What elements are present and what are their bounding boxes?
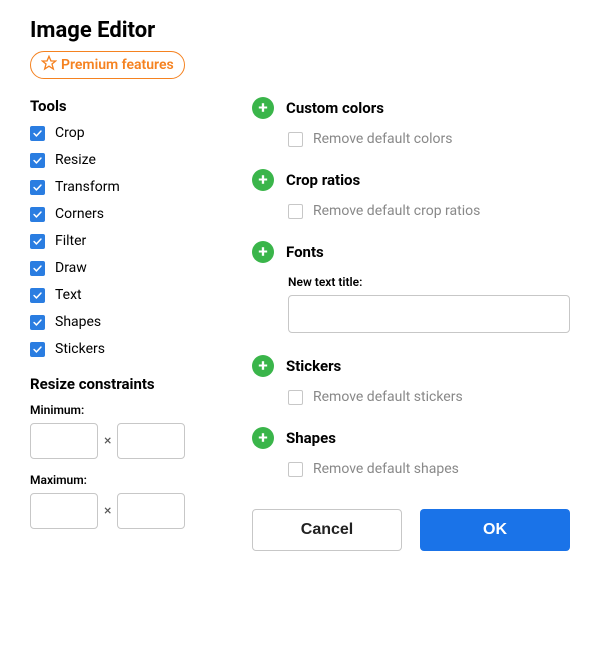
checkbox-icon bbox=[30, 288, 45, 303]
tool-label: Corners bbox=[55, 206, 104, 222]
checkbox-icon bbox=[30, 261, 45, 276]
checkbox-icon bbox=[30, 234, 45, 249]
remove-default-crop-ratios-label: Remove default crop ratios bbox=[313, 203, 480, 219]
tool-row-filter[interactable]: Filter bbox=[30, 233, 212, 249]
remove-default-stickers-label: Remove default stickers bbox=[313, 389, 463, 405]
checkbox-icon bbox=[30, 153, 45, 168]
tool-label: Draw bbox=[55, 260, 87, 276]
stickers-heading: Stickers bbox=[286, 357, 341, 375]
tools-list: Crop Resize Transform Corners Filter Draw Text… bbox=[30, 125, 212, 357]
minimum-label: Minimum: bbox=[30, 403, 212, 417]
times-symbol: × bbox=[104, 433, 111, 449]
tool-row-stickers[interactable]: Stickers bbox=[30, 341, 212, 357]
plus-icon[interactable]: + bbox=[252, 427, 274, 449]
remove-default-colors-row[interactable]: Remove default colors bbox=[288, 131, 570, 147]
remove-default-crop-ratios-row[interactable]: Remove default crop ratios bbox=[288, 203, 570, 219]
tool-label: Filter bbox=[55, 233, 86, 249]
crop-ratios-heading: Crop ratios bbox=[286, 171, 360, 189]
tool-label: Text bbox=[55, 287, 82, 303]
tool-row-draw[interactable]: Draw bbox=[30, 260, 212, 276]
resize-constraints-heading: Resize constraints bbox=[30, 375, 212, 393]
premium-badge: Premium features bbox=[30, 51, 185, 79]
remove-default-shapes-row[interactable]: Remove default shapes bbox=[288, 461, 570, 477]
new-text-title-label: New text title: bbox=[288, 275, 570, 289]
new-text-title-input[interactable] bbox=[288, 295, 570, 333]
plus-icon[interactable]: + bbox=[252, 97, 274, 119]
plus-icon[interactable]: + bbox=[252, 241, 274, 263]
maximum-width-input[interactable] bbox=[30, 493, 98, 529]
remove-default-shapes-label: Remove default shapes bbox=[313, 461, 459, 477]
tool-label: Shapes bbox=[55, 314, 101, 330]
checkbox-icon bbox=[30, 342, 45, 357]
times-symbol: × bbox=[104, 503, 111, 519]
tool-label: Transform bbox=[55, 179, 120, 195]
page-title: Image Editor bbox=[30, 18, 570, 43]
plus-icon[interactable]: + bbox=[252, 169, 274, 191]
checkbox-icon bbox=[288, 390, 303, 405]
fonts-heading: Fonts bbox=[286, 243, 324, 261]
premium-label: Premium features bbox=[61, 57, 174, 73]
tool-row-text[interactable]: Text bbox=[30, 287, 212, 303]
minimum-height-input[interactable] bbox=[117, 423, 185, 459]
tool-row-transform[interactable]: Transform bbox=[30, 179, 212, 195]
remove-default-colors-label: Remove default colors bbox=[313, 131, 452, 147]
checkbox-icon bbox=[288, 204, 303, 219]
checkbox-icon bbox=[288, 462, 303, 477]
tool-label: Resize bbox=[55, 152, 96, 168]
cancel-button[interactable]: Cancel bbox=[252, 509, 402, 551]
custom-colors-heading: Custom colors bbox=[286, 99, 384, 117]
tool-label: Stickers bbox=[55, 341, 105, 357]
tool-label: Crop bbox=[55, 125, 85, 141]
star-icon bbox=[41, 55, 57, 75]
checkbox-icon bbox=[30, 126, 45, 141]
shapes-heading: Shapes bbox=[286, 429, 336, 447]
remove-default-stickers-row[interactable]: Remove default stickers bbox=[288, 389, 570, 405]
minimum-width-input[interactable] bbox=[30, 423, 98, 459]
checkbox-icon bbox=[30, 180, 45, 195]
tool-row-corners[interactable]: Corners bbox=[30, 206, 212, 222]
tool-row-shapes[interactable]: Shapes bbox=[30, 314, 212, 330]
checkbox-icon bbox=[30, 207, 45, 222]
tools-heading: Tools bbox=[30, 97, 212, 115]
maximum-height-input[interactable] bbox=[117, 493, 185, 529]
checkbox-icon bbox=[288, 132, 303, 147]
checkbox-icon bbox=[30, 315, 45, 330]
maximum-label: Maximum: bbox=[30, 473, 212, 487]
tool-row-crop[interactable]: Crop bbox=[30, 125, 212, 141]
tool-row-resize[interactable]: Resize bbox=[30, 152, 212, 168]
ok-button[interactable]: OK bbox=[420, 509, 570, 551]
plus-icon[interactable]: + bbox=[252, 355, 274, 377]
